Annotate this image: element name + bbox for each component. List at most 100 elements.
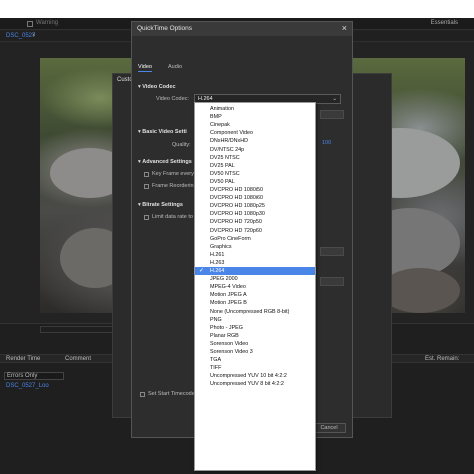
tab-video[interactable]: Video — [138, 64, 152, 72]
section-video-codec[interactable]: Video Codec — [138, 84, 175, 90]
col-comment[interactable]: Comment — [65, 356, 91, 362]
checkmark-icon: ✓ — [199, 268, 205, 274]
codec-option-label: TGA — [210, 357, 222, 364]
chevron-down-icon: ⌄ — [332, 96, 337, 102]
side-control[interactable] — [320, 110, 344, 119]
codec-option-label: DVCPRO HD 1080p25 — [210, 203, 265, 210]
codec-option-label: Component Video — [210, 130, 254, 137]
codec-option[interactable]: Uncompressed YUV 8 bit 4:2:2 — [195, 380, 315, 388]
tab-audio[interactable]: Audio — [168, 64, 182, 70]
quality-value[interactable]: 100 — [322, 140, 331, 146]
frame-reordering-label: Frame Reordering — [152, 183, 197, 189]
codec-option-label: DV50 PAL — [210, 178, 235, 185]
codec-option[interactable]: DVCPRO HD 720p50 — [195, 218, 315, 226]
codec-option[interactable]: Uncompressed YUV 10 bit 4:2:2 — [195, 372, 315, 380]
codec-option[interactable]: BMP — [195, 113, 315, 121]
codec-option[interactable]: DVCPRO HD 1080i50 — [195, 186, 315, 194]
codec-option-label: JPEG 2000 — [210, 276, 238, 283]
key-frame-label: Key Frame every — [152, 171, 194, 177]
codec-option-label: DVCPRO HD 1080i50 — [210, 187, 264, 193]
codec-option-label: H.261 — [210, 251, 225, 258]
workspace-essentials[interactable]: Essentials — [431, 20, 458, 26]
col-render-time[interactable]: Render Time — [6, 356, 40, 362]
codec-option-label: Sorenson Video — [210, 340, 249, 347]
codec-option[interactable]: DNxHR/DNxHD — [195, 137, 315, 145]
quality-label: Quality: — [172, 142, 191, 148]
limit-data-rate-checkbox[interactable] — [144, 215, 149, 220]
codec-option[interactable]: DV50 NTSC — [195, 170, 315, 178]
dialog-titlebar: QuickTime Options × — [132, 22, 352, 36]
codec-option[interactable]: H.261 — [195, 251, 315, 259]
codec-option[interactable]: Photo - JPEG — [195, 324, 315, 332]
codec-option-label: Uncompressed YUV 10 bit 4:2:2 — [210, 373, 287, 380]
warning-checkbox[interactable] — [27, 21, 33, 27]
codec-option-label: Graphics — [210, 243, 232, 250]
codec-option[interactable]: DVCPRO HD 1080p30 — [195, 210, 315, 218]
warning-label: Warning — [36, 20, 59, 26]
codec-option[interactable]: H.263 — [195, 259, 315, 267]
codec-option-label: DV25 PAL — [210, 162, 235, 169]
codec-option-label: DVCPRO HD 720p60 — [210, 227, 262, 234]
section-bitrate-settings[interactable]: Bitrate Settings — [138, 202, 183, 208]
codec-option[interactable]: DV50 PAL — [195, 178, 315, 186]
codec-option-label: TIFF — [210, 365, 222, 372]
codec-option-label: Photo - JPEG — [210, 324, 243, 331]
limit-data-rate-label: Limit data rate to — [152, 214, 193, 220]
codec-option[interactable]: Animation — [195, 105, 315, 113]
codec-option-label: GoPro CineForm — [210, 235, 251, 242]
codec-option[interactable]: Planar RGB — [195, 332, 315, 340]
codec-option[interactable]: JPEG 2000 — [195, 275, 315, 283]
codec-option-label: DVCPRO HD 720p50 — [210, 219, 262, 226]
section-basic-video-settings[interactable]: Basic Video Setti — [138, 129, 187, 135]
errors-filter-select[interactable]: Errors Only — [4, 372, 64, 380]
section-advanced-settings[interactable]: Advanced Settings — [138, 159, 192, 165]
codec-option[interactable]: ✓ H.264 — [195, 267, 315, 276]
close-icon[interactable]: × — [342, 23, 347, 33]
codec-option[interactable]: Motion JPEG A — [195, 291, 315, 299]
codec-option[interactable]: DV25 NTSC — [195, 154, 315, 162]
codec-option[interactable]: Graphics — [195, 243, 315, 251]
side-control[interactable] — [320, 247, 344, 256]
dialog-title: QuickTime Options — [137, 25, 193, 32]
codec-option[interactable]: None (Uncompressed RGB 8-bit) — [195, 308, 315, 316]
codec-option[interactable]: Component Video — [195, 129, 315, 137]
side-control[interactable] — [320, 277, 344, 286]
codec-option-label: DV/NTSC 24p — [210, 146, 245, 153]
set-start-timecode-checkbox[interactable] — [140, 392, 145, 397]
codec-option-label: Motion JPEG A — [210, 292, 247, 299]
set-start-timecode-label: Set Start Timecode — [148, 391, 195, 397]
video-codec-label: Video Codec: — [156, 96, 189, 102]
codec-option[interactable]: MPEG-4 Video — [195, 283, 315, 291]
codec-option-label: MPEG-4 Video — [210, 284, 246, 291]
codec-option[interactable]: DV25 PAL — [195, 162, 315, 170]
key-frame-checkbox[interactable] — [144, 172, 149, 177]
codec-option-label: Motion JPEG B — [210, 300, 247, 307]
close-icon[interactable]: × — [32, 33, 36, 39]
frame-reordering-checkbox[interactable] — [144, 184, 149, 189]
codec-option[interactable]: Sorenson Video 3 — [195, 348, 315, 356]
codec-option[interactable]: Sorenson Video — [195, 340, 315, 348]
queue-file-item[interactable]: DSC_0527_Loo — [6, 383, 49, 389]
codec-option[interactable]: Cinepak — [195, 121, 315, 129]
codec-option-label: DV50 NTSC — [210, 170, 240, 177]
codec-option[interactable]: DV/NTSC 24p — [195, 146, 315, 154]
cancel-button[interactable]: Cancel — [312, 423, 346, 433]
codec-option-label: DV25 NTSC — [210, 154, 240, 161]
codec-option[interactable]: TGA — [195, 356, 315, 364]
codec-option-label: Cinepak — [210, 122, 230, 129]
codec-option[interactable]: DVCPRO HD 720p60 — [195, 227, 315, 235]
codec-option[interactable]: PNG — [195, 316, 315, 324]
codec-option-label: H.263 — [210, 259, 225, 266]
rock-shape — [380, 268, 460, 313]
codec-option-label: Planar RGB — [210, 332, 239, 339]
codec-option-label: BMP — [210, 114, 222, 121]
codec-option-label: DNxHR/DNxHD — [210, 138, 249, 145]
codec-option[interactable]: Motion JPEG B — [195, 299, 315, 307]
codec-option[interactable]: DVCPRO HD 1080p25 — [195, 202, 315, 210]
codec-option[interactable]: DVCPRO HD 1080i60 — [195, 194, 315, 202]
codec-option[interactable]: GoPro CineForm — [195, 235, 315, 243]
codec-option-label: PNG — [210, 316, 222, 323]
tab-sequence[interactable]: DSC_0527 — [6, 33, 35, 39]
codec-option[interactable]: TIFF — [195, 364, 315, 372]
codec-option-label: Uncompressed YUV 8 bit 4:2:2 — [210, 381, 284, 388]
